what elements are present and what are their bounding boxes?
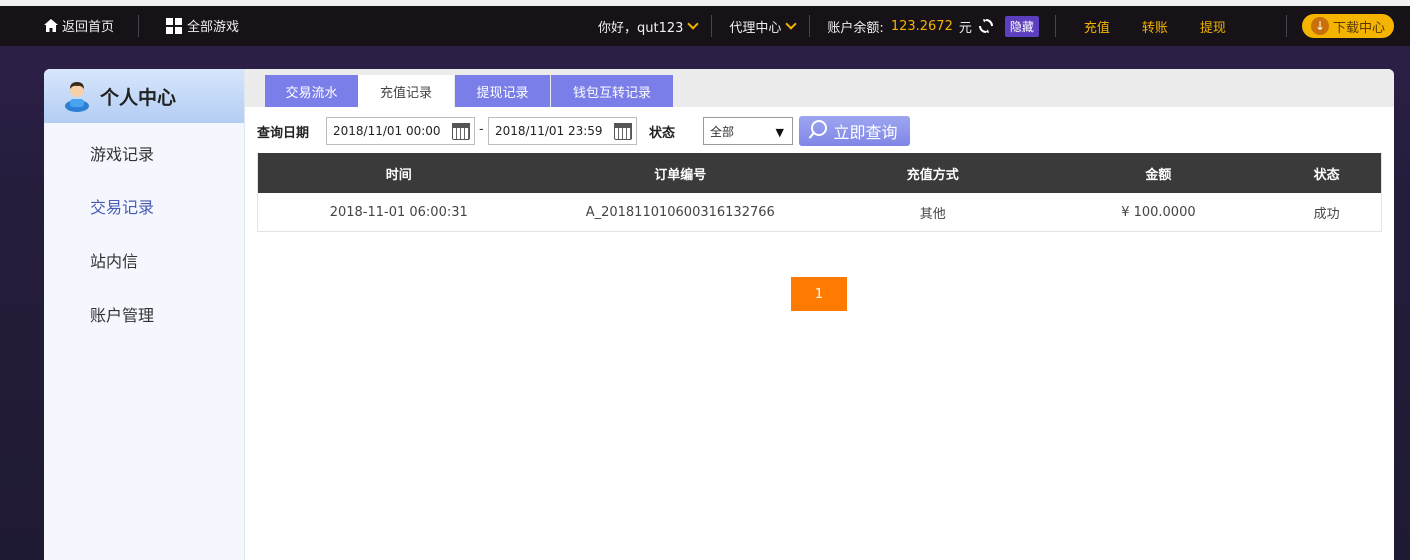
sidebar-header: 个人中心 xyxy=(44,69,244,123)
divider xyxy=(138,15,139,37)
greeting-dropdown[interactable]: 你好，qut123 xyxy=(598,17,700,36)
all-games-link[interactable]: 全部游戏 xyxy=(166,16,239,35)
sidebar-item-game-records[interactable]: 游戏记录 xyxy=(90,141,154,165)
status-label: 状态 xyxy=(649,126,676,141)
recharge-link[interactable]: 充值 xyxy=(1084,17,1110,36)
account-area: 你好，qut123 代理中心 账户余额: 123.2672 元 隐藏 充值 转账… xyxy=(598,15,1226,37)
tab-wallet-transfer-records[interactable]: 钱包互转记录 xyxy=(551,75,673,107)
balance-label: 账户余额: xyxy=(827,20,884,36)
download-center-label: 下载中心 xyxy=(1332,20,1385,36)
top-navigation-bar: 返回首页 全部游戏 你好，qut123 代理中心 账户余额: 123.2672 … xyxy=(0,0,1410,46)
divider xyxy=(1054,15,1056,37)
table-header: 时间 订单编号 充值方式 金额 状态 xyxy=(258,153,1381,193)
query-button-label: 立即查询 xyxy=(833,123,898,142)
calendar-icon[interactable] xyxy=(613,122,632,140)
divider xyxy=(1286,15,1287,37)
withdraw-link[interactable]: 提现 xyxy=(1200,17,1226,36)
cell-amount: ¥ 100.0000 xyxy=(1121,204,1196,220)
cell-order-number: A_201811010600316132766 xyxy=(585,204,775,220)
end-date-input[interactable]: 2018/11/01 23:59 xyxy=(488,117,637,145)
divider xyxy=(711,15,713,37)
content-area: 交易流水 充值记录 提现记录 钱包互转记录 查询日期 2018/11/01 00… xyxy=(245,69,1394,560)
tab-withdraw-records[interactable]: 提现记录 xyxy=(455,75,550,107)
greeting-text: 你好，qut123 xyxy=(598,20,684,36)
search-icon xyxy=(811,120,828,136)
cell-status: 成功 xyxy=(1313,206,1340,222)
tab-recharge-records[interactable]: 充值记录 xyxy=(358,75,454,107)
chevron-down-icon xyxy=(687,17,700,30)
sidebar-item-transaction-records[interactable]: 交易记录 xyxy=(90,194,154,218)
sidebar-item-inbox[interactable]: 站内信 xyxy=(90,248,138,272)
column-header-recharge-method: 充值方式 xyxy=(906,167,959,183)
cell-recharge-method: 其他 xyxy=(919,206,946,222)
chevron-down-icon xyxy=(785,17,798,30)
all-games-label: 全部游戏 xyxy=(187,20,240,35)
dropdown-arrow-icon: ▼ xyxy=(775,126,784,139)
start-date-value: 2018/11/01 00:00 xyxy=(333,124,441,138)
calendar-icon[interactable] xyxy=(451,122,470,140)
balance-value: 123.2672 xyxy=(890,18,953,34)
sidebar-item-account-management[interactable]: 账户管理 xyxy=(90,302,154,326)
table-row: 2018-11-01 06:00:31 A_201811010600316132… xyxy=(258,193,1381,231)
home-link[interactable]: 返回首页 xyxy=(44,16,114,35)
filter-bar: 查询日期 2018/11/01 00:00 - 2018/11/01 23:59… xyxy=(257,116,1387,146)
balance-unit: 元 xyxy=(958,20,972,36)
grid-icon xyxy=(166,17,182,34)
query-button[interactable]: 立即查询 xyxy=(799,116,910,146)
home-icon xyxy=(44,19,58,32)
agent-center-label: 代理中心 xyxy=(729,20,782,36)
pagination-page-button[interactable]: 1 xyxy=(791,277,847,311)
end-date-value: 2018/11/01 23:59 xyxy=(495,124,603,138)
main-panel: 个人中心 游戏记录 交易记录 站内信 账户管理 交易流水 充值记录 提现记录 钱… xyxy=(44,69,1394,560)
column-header-order-number: 订单编号 xyxy=(654,167,707,183)
divider xyxy=(809,15,811,37)
user-avatar-icon xyxy=(65,82,89,112)
tab-bar: 交易流水 充值记录 提现记录 钱包互转记录 xyxy=(245,69,1394,107)
download-arrow-icon: ↓ xyxy=(1310,17,1329,35)
hide-balance-button[interactable]: 隐藏 xyxy=(1004,15,1039,37)
refresh-icon[interactable] xyxy=(978,18,994,34)
sidebar: 个人中心 游戏记录 交易记录 站内信 账户管理 xyxy=(44,69,245,560)
cell-time: 2018-11-01 06:00:31 xyxy=(329,204,468,220)
query-date-label: 查询日期 xyxy=(257,126,310,141)
status-select-value: 全部 xyxy=(710,124,735,139)
transfer-link[interactable]: 转账 xyxy=(1142,17,1168,36)
column-header-status: 状态 xyxy=(1313,167,1340,183)
download-center-button[interactable]: ↓ 下载中心 xyxy=(1302,14,1394,38)
start-date-input[interactable]: 2018/11/01 00:00 xyxy=(326,117,475,145)
column-header-time: 时间 xyxy=(385,167,412,183)
status-select[interactable]: 全部 ▼ xyxy=(703,117,793,145)
tab-transaction-flow[interactable]: 交易流水 xyxy=(265,75,358,107)
home-label: 返回首页 xyxy=(62,20,115,35)
recharge-records-table: 时间 订单编号 充值方式 金额 状态 2018-11-01 06:00:31 A… xyxy=(257,153,1382,232)
column-header-amount: 金额 xyxy=(1145,167,1172,183)
date-range-dash: - xyxy=(479,122,484,137)
sidebar-title: 个人中心 xyxy=(100,86,177,109)
agent-center-dropdown[interactable]: 代理中心 xyxy=(729,17,798,36)
